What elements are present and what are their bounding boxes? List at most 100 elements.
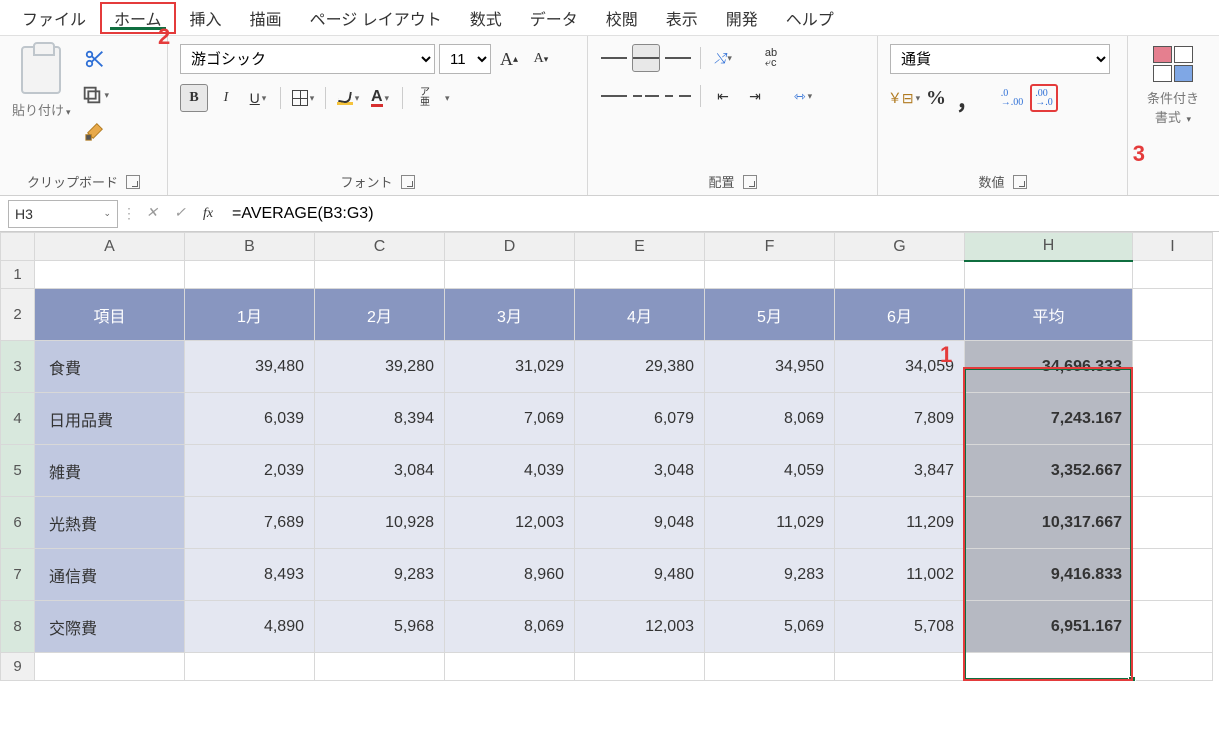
spreadsheet-grid[interactable]: A B C D E F G H I 12項目1月2月3月4月5月6月平均3食費3… — [0, 232, 1219, 681]
cell[interactable] — [965, 261, 1133, 289]
header-cell[interactable]: 1月 — [185, 289, 315, 341]
align-top-button[interactable] — [600, 44, 628, 72]
clipboard-dialog-launcher[interactable] — [126, 175, 140, 189]
increase-font-button[interactable]: A▴ — [495, 45, 523, 73]
col-header-F[interactable]: F — [705, 233, 835, 261]
avg-cell[interactable]: 3,352.667 — [965, 445, 1133, 497]
header-cell[interactable]: 項目 — [35, 289, 185, 341]
tab-file[interactable]: ファイル — [8, 2, 100, 34]
fx-button[interactable]: fx — [196, 202, 220, 226]
cell[interactable] — [1133, 341, 1213, 393]
data-cell[interactable]: 5,968 — [315, 601, 445, 653]
phonetic-button[interactable]: ア 亜 — [411, 84, 439, 112]
font-color-button[interactable]: A▾ — [366, 84, 394, 112]
cell[interactable] — [185, 653, 315, 681]
data-cell[interactable]: 6,039 — [185, 393, 315, 445]
label-cell[interactable]: 日用品費 — [35, 393, 185, 445]
paste-button[interactable] — [19, 44, 63, 96]
data-cell[interactable]: 12,003 — [445, 497, 575, 549]
row-header-6[interactable]: 6 — [1, 497, 35, 549]
cell[interactable] — [575, 261, 705, 289]
tab-insert[interactable]: 挿入 — [176, 2, 236, 34]
fill-color-button[interactable]: ▾ — [334, 84, 362, 112]
underline-button[interactable]: U▾ — [244, 84, 272, 112]
align-center-button[interactable] — [632, 82, 660, 110]
header-cell[interactable]: 4月 — [575, 289, 705, 341]
cut-button[interactable] — [82, 46, 108, 72]
col-header-D[interactable]: D — [445, 233, 575, 261]
label-cell[interactable]: 交際費 — [35, 601, 185, 653]
cell[interactable] — [1133, 653, 1213, 681]
enter-button[interactable]: ✓ — [168, 202, 192, 226]
label-cell[interactable]: 雑費 — [35, 445, 185, 497]
data-cell[interactable]: 39,480 — [185, 341, 315, 393]
row-header-9[interactable]: 9 — [1, 653, 35, 681]
tab-data[interactable]: データ — [516, 2, 592, 34]
data-cell[interactable]: 4,039 — [445, 445, 575, 497]
decrease-decimal-button[interactable]: .00→.0 — [1030, 84, 1058, 112]
cell[interactable] — [575, 653, 705, 681]
cell[interactable] — [315, 261, 445, 289]
col-header-I[interactable]: I — [1133, 233, 1213, 261]
data-cell[interactable]: 39,280 — [315, 341, 445, 393]
data-cell[interactable]: 7,809 — [835, 393, 965, 445]
number-format-combo[interactable]: 通貨 — [890, 44, 1110, 74]
number-dialog-launcher[interactable] — [1013, 175, 1027, 189]
cell[interactable] — [835, 653, 965, 681]
avg-cell[interactable]: 6,951.167 — [965, 601, 1133, 653]
data-cell[interactable]: 3,048 — [575, 445, 705, 497]
cell[interactable] — [1133, 261, 1213, 289]
cell[interactable] — [965, 653, 1133, 681]
data-cell[interactable]: 8,069 — [445, 601, 575, 653]
label-cell[interactable]: 食費 — [35, 341, 185, 393]
data-cell[interactable]: 8,493 — [185, 549, 315, 601]
header-cell[interactable]: 2月 — [315, 289, 445, 341]
cancel-button[interactable]: ✕ — [140, 202, 164, 226]
accounting-format-button[interactable]: ￥⊟▾ — [890, 84, 918, 112]
col-header-G[interactable]: G — [835, 233, 965, 261]
data-cell[interactable]: 31,029 — [445, 341, 575, 393]
data-cell[interactable]: 7,069 — [445, 393, 575, 445]
italic-button[interactable]: I — [212, 84, 240, 112]
cell[interactable] — [35, 261, 185, 289]
data-cell[interactable]: 5,069 — [705, 601, 835, 653]
fill-handle[interactable] — [1128, 676, 1136, 681]
align-right-button[interactable] — [664, 82, 692, 110]
data-cell[interactable]: 34,950 — [705, 341, 835, 393]
label-cell[interactable]: 通信費 — [35, 549, 185, 601]
align-left-button[interactable] — [600, 82, 628, 110]
cell[interactable] — [835, 261, 965, 289]
data-cell[interactable]: 9,048 — [575, 497, 705, 549]
data-cell[interactable]: 10,928 — [315, 497, 445, 549]
cell[interactable] — [705, 653, 835, 681]
merge-center-button[interactable]: ⇿▾ — [789, 82, 817, 110]
align-middle-button[interactable] — [632, 44, 660, 72]
decrease-indent-button[interactable]: ⇤ — [709, 82, 737, 110]
avg-cell[interactable]: 7,243.167 — [965, 393, 1133, 445]
font-size-combo[interactable]: 11 — [439, 44, 491, 74]
select-all-corner[interactable] — [1, 233, 35, 261]
alignment-dialog-launcher[interactable] — [743, 175, 757, 189]
borders-button[interactable]: ▾ — [289, 84, 317, 112]
cell[interactable] — [1133, 549, 1213, 601]
font-name-combo[interactable]: 游ゴシック — [180, 44, 435, 74]
cell[interactable] — [35, 653, 185, 681]
header-cell[interactable]: 5月 — [705, 289, 835, 341]
row-header-5[interactable]: 5 — [1, 445, 35, 497]
align-bottom-button[interactable] — [664, 44, 692, 72]
percent-button[interactable]: % — [922, 84, 950, 112]
data-cell[interactable]: 11,002 — [835, 549, 965, 601]
comma-button[interactable]: ， — [954, 84, 982, 112]
data-cell[interactable]: 11,029 — [705, 497, 835, 549]
row-header-2[interactable]: 2 — [1, 289, 35, 341]
tab-draw[interactable]: 描画 — [236, 2, 296, 34]
cell[interactable] — [315, 653, 445, 681]
col-header-C[interactable]: C — [315, 233, 445, 261]
font-dialog-launcher[interactable] — [401, 175, 415, 189]
data-cell[interactable]: 8,394 — [315, 393, 445, 445]
row-header-4[interactable]: 4 — [1, 393, 35, 445]
data-cell[interactable]: 9,480 — [575, 549, 705, 601]
label-cell[interactable]: 光熱費 — [35, 497, 185, 549]
col-header-E[interactable]: E — [575, 233, 705, 261]
tab-review[interactable]: 校閲 — [592, 2, 652, 34]
